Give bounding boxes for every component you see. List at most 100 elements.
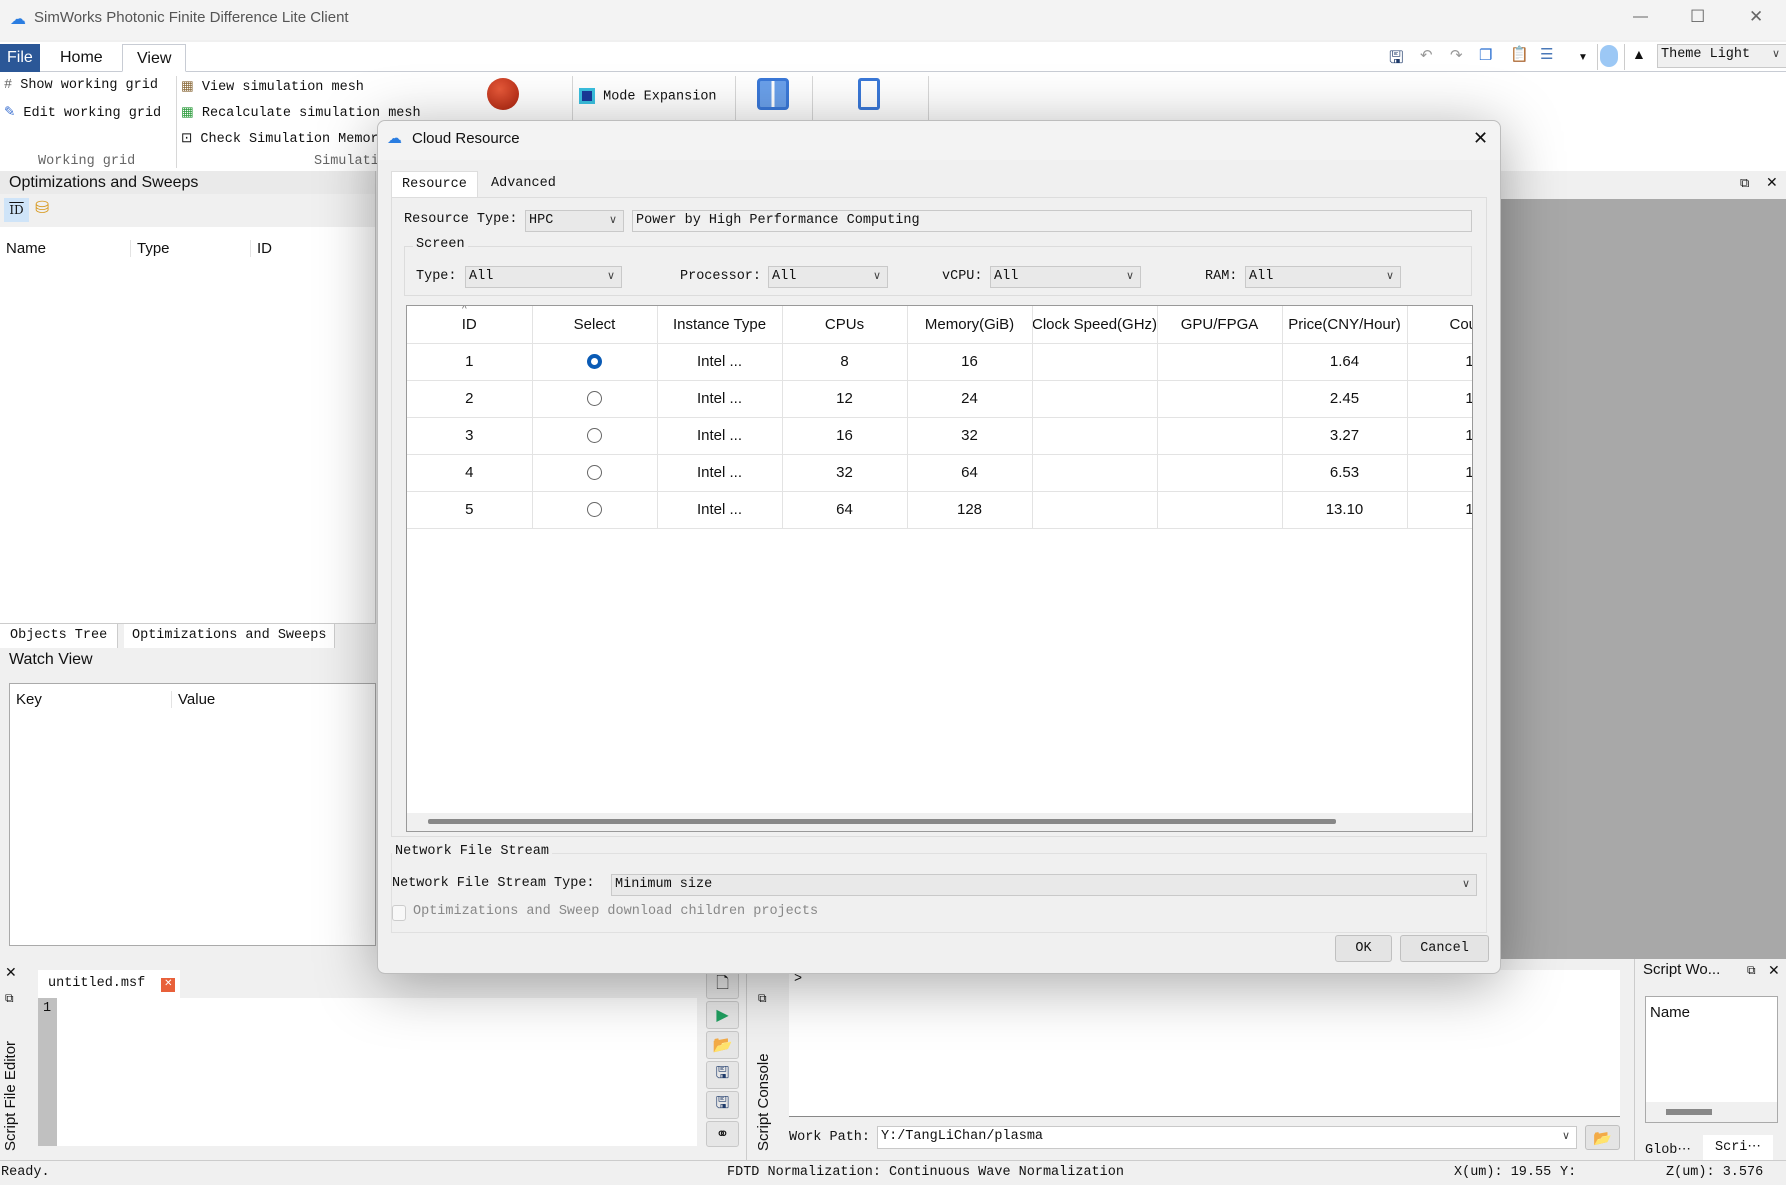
tab-home[interactable]: Home xyxy=(46,44,117,72)
new-script-button[interactable]: 🗋 xyxy=(706,971,739,999)
tab-advanced[interactable]: Advanced xyxy=(491,171,556,197)
open-folder-button[interactable]: 📂 xyxy=(706,1031,739,1059)
horizontal-scrollbar[interactable] xyxy=(407,813,1472,831)
float-icon[interactable]: ⧉ xyxy=(1740,175,1749,191)
close-button[interactable]: ✕ xyxy=(1749,7,1763,27)
table-cell[interactable] xyxy=(532,454,658,492)
column-header[interactable]: Price(CNY/Hour) xyxy=(1282,306,1408,344)
editor-tab[interactable]: untitled.msf ✕ xyxy=(38,970,180,998)
column-header-name[interactable]: Name xyxy=(1650,1004,1690,1021)
collapse-ribbon-icon[interactable]: ▲ xyxy=(1632,46,1646,62)
float-icon[interactable]: ⧉ xyxy=(1747,963,1756,978)
copy-icon[interactable]: ❐ xyxy=(1479,46,1492,64)
tab-globals[interactable]: Glob⋯ xyxy=(1645,1141,1691,1158)
table-cell: 1 xyxy=(1407,454,1472,492)
column-header[interactable]: GPU/FPGA xyxy=(1157,306,1283,344)
horizontal-scrollbar[interactable] xyxy=(1646,1102,1777,1122)
column-header[interactable]: Instance Type xyxy=(657,306,783,344)
table-row[interactable]: 3 Intel ... 16 32 3.27 1 xyxy=(407,417,1472,455)
link-button[interactable]: ⚭ xyxy=(706,1121,739,1147)
browse-folder-button[interactable]: 📂 xyxy=(1585,1125,1620,1150)
tab-file[interactable]: File xyxy=(0,44,40,72)
work-path-select[interactable]: Y:/TangLiChan/plasma ∨ xyxy=(877,1126,1577,1149)
maximize-button[interactable]: ☐ xyxy=(1690,7,1705,27)
column-header-key[interactable]: Key xyxy=(16,691,42,708)
close-icon[interactable]: ✕ xyxy=(1768,962,1780,979)
table-cell[interactable] xyxy=(532,417,658,455)
save-icon[interactable]: 🖫 xyxy=(1389,45,1403,74)
tab-script[interactable]: Scri⋯ xyxy=(1703,1135,1773,1160)
paste-icon[interactable]: 📋 xyxy=(1510,45,1529,63)
check-memory-button[interactable]: ⊡ Check Simulation Memory xyxy=(181,130,381,147)
resource-type-select[interactable]: HPC ∨ xyxy=(525,210,624,232)
edit-working-grid-button[interactable]: ✎ Edit working grid xyxy=(4,104,161,121)
stream-type-select[interactable]: Minimum size ∨ xyxy=(611,874,1477,896)
mode-icon xyxy=(579,88,595,104)
column-header-name[interactable]: Name xyxy=(6,240,46,257)
tab-resource[interactable]: Resource xyxy=(391,171,478,197)
filter-ram-select[interactable]: All ∨ xyxy=(1245,266,1401,288)
database-icon[interactable]: ⛁ xyxy=(35,198,49,218)
window-layout-icon[interactable] xyxy=(757,78,789,110)
tab-view[interactable]: View xyxy=(122,44,187,72)
view-structure-icon[interactable] xyxy=(487,78,519,110)
minimize-button[interactable]: — xyxy=(1633,8,1648,25)
table-cell[interactable] xyxy=(532,491,658,529)
select-radio[interactable] xyxy=(587,465,602,480)
table-row[interactable]: 1 Intel ... 8 16 1.64 1 xyxy=(407,343,1472,381)
float-icon[interactable]: ⧉ xyxy=(5,991,14,1006)
column-header[interactable]: Select xyxy=(532,306,658,344)
pen-icon: ✎ xyxy=(4,106,16,121)
recalculate-mesh-button[interactable]: ▦ Recalculate simulation mesh xyxy=(181,104,421,121)
scrollbar-thumb[interactable] xyxy=(428,819,1336,824)
save-as-button[interactable]: 🖫 xyxy=(706,1091,739,1119)
script-workspace-panel: Script Wo... ⧉ ✕ Name Glob⋯ Scri⋯ xyxy=(1634,959,1786,1160)
table-cell[interactable] xyxy=(532,380,658,418)
list-icon[interactable]: ☰ xyxy=(1540,45,1553,63)
column-header-value[interactable]: Value xyxy=(171,691,215,708)
select-radio[interactable] xyxy=(587,502,602,517)
undo-icon[interactable]: ↶ xyxy=(1420,46,1433,64)
column-header-id[interactable]: ID xyxy=(250,240,272,257)
theme-select[interactable]: Theme Light ∨ xyxy=(1657,44,1786,68)
select-radio[interactable] xyxy=(587,428,602,443)
user-avatar-icon[interactable] xyxy=(1600,45,1618,67)
console-output[interactable]: > xyxy=(789,970,1620,1117)
filter-processor-select[interactable]: All ∨ xyxy=(768,266,888,288)
run-button[interactable]: ▶ xyxy=(706,1001,739,1029)
redo-icon[interactable]: ↷ xyxy=(1450,46,1463,64)
close-icon[interactable]: ✕ xyxy=(1766,174,1778,191)
close-tab-icon[interactable]: ✕ xyxy=(161,978,176,992)
filter-type-select[interactable]: All ∨ xyxy=(465,266,622,288)
view-simulation-mesh-button[interactable]: ▦ View simulation mesh xyxy=(181,78,364,95)
select-radio[interactable] xyxy=(587,391,602,406)
column-header[interactable]: Count xyxy=(1407,306,1472,344)
tab-optimizations[interactable]: Optimizations and Sweeps xyxy=(124,624,336,648)
sep xyxy=(1624,44,1625,70)
dialog-close-button[interactable]: ✕ xyxy=(1473,128,1488,149)
ok-button[interactable]: OK xyxy=(1335,935,1392,962)
table-row[interactable]: 2 Intel ... 12 24 2.45 1 xyxy=(407,380,1472,418)
column-header-type[interactable]: Type xyxy=(130,240,170,257)
code-editor[interactable]: 1 xyxy=(38,998,697,1146)
select-radio[interactable] xyxy=(587,354,602,369)
column-header[interactable]: Memory(GiB) xyxy=(907,306,1033,344)
float-icon[interactable]: ⧉ xyxy=(758,991,767,1006)
show-working-grid-button[interactable]: # Show working grid xyxy=(4,78,158,93)
cancel-button[interactable]: Cancel xyxy=(1400,935,1489,962)
id-toggle-icon[interactable]: ID xyxy=(4,198,29,222)
dropdown-icon[interactable]: ▼ xyxy=(1578,52,1588,63)
tab-objects-tree[interactable]: Objects Tree xyxy=(0,624,119,648)
view-option-icon[interactable] xyxy=(858,78,880,110)
mode-expansion-button[interactable]: Mode Expansion xyxy=(579,88,717,105)
table-row[interactable]: 4 Intel ... 32 64 6.53 1 xyxy=(407,454,1472,492)
save-button[interactable]: 🖫 xyxy=(706,1061,739,1089)
table-cell[interactable] xyxy=(532,343,658,381)
column-header[interactable]: ID xyxy=(407,306,533,344)
column-header[interactable]: Clock Speed(GHz) xyxy=(1032,306,1158,344)
close-icon[interactable]: ✕ xyxy=(5,964,17,981)
column-header[interactable]: CPUs xyxy=(782,306,908,344)
table-row[interactable]: 5 Intel ... 64 128 13.10 1 xyxy=(407,491,1472,529)
download-children-checkbox[interactable] xyxy=(392,905,406,921)
filter-vcpu-select[interactable]: All ∨ xyxy=(990,266,1141,288)
